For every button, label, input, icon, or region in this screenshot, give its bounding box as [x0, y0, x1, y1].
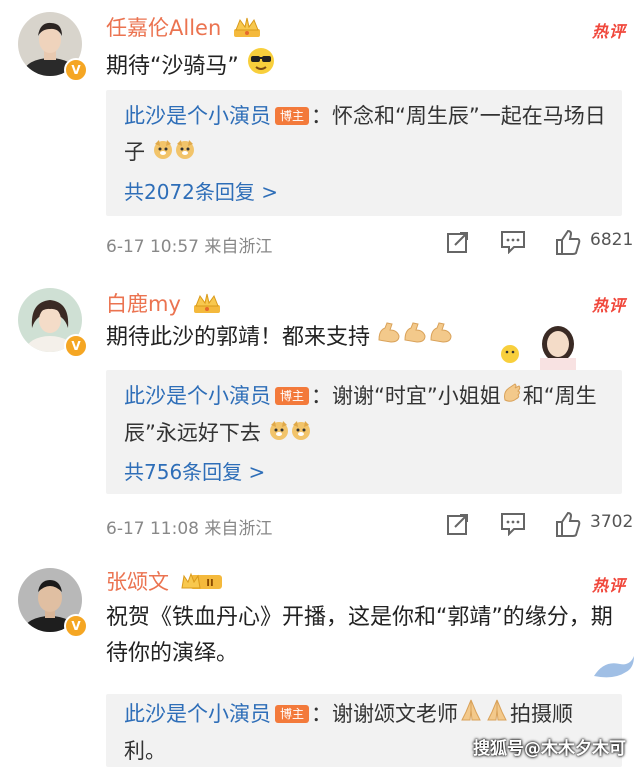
- share-icon[interactable]: [446, 512, 470, 540]
- comment-1: V 任嘉伦Allen 热评 期待“沙骑马” 此沙是个小演员 博主 ：怀念和“周生辰”…: [0, 0, 640, 270]
- reply-box[interactable]: 此沙是个小演员 博主 ：怀念和“周生辰”一起在马场日子 共2072条回复 >: [106, 90, 622, 216]
- comment-location: 来自浙江: [204, 237, 273, 257]
- vip-level-icon: II: [180, 570, 224, 597]
- share-icon[interactable]: [446, 230, 470, 258]
- comment-text: 祝贺《铁血丹心》开播，这是你和“郭靖”的缘分，期待你的演绎。: [106, 600, 616, 672]
- reply-body: ：谢谢“时宜”小姐姐: [311, 384, 501, 408]
- pray-emoji-icon: [458, 697, 484, 733]
- hot-comment-label: 热评: [591, 22, 626, 41]
- username[interactable]: 张颂文 II: [106, 566, 224, 597]
- blogger-badge: 博主: [275, 705, 310, 723]
- reply-body: ：谢谢颂文老师: [311, 702, 459, 726]
- verified-badge-icon: V: [64, 58, 88, 82]
- username[interactable]: 任嘉伦Allen: [106, 12, 262, 43]
- comment-icon[interactable]: [500, 512, 526, 540]
- comment-2: V 白鹿my 热评 期待此沙的郭靖！都来支持 此沙是个小演员 博主 ：谢谢“时宜…: [0, 270, 640, 546]
- comment-meta: 6-17 10:57 来自浙江: [106, 232, 272, 257]
- pray-emoji-icon: [484, 697, 510, 733]
- whale-decoration-icon: [590, 650, 638, 688]
- comment-icon[interactable]: [500, 230, 526, 258]
- reply-box[interactable]: 此沙是个小演员 博主 ：谢谢“时宜”小姐姐 和“周生辰”永远好下去 共756条回复 >: [106, 370, 622, 494]
- comment-text: 期待“沙骑马”: [106, 46, 616, 88]
- doge-emoji-icon: [268, 416, 290, 452]
- comment-meta: 6-17 11:08 来自浙江: [106, 514, 272, 539]
- comment-time: 6-17 10:57: [106, 237, 199, 257]
- comment-text-body: 祝贺《铁血丹心》开播，这是你和“郭靖”的缘分，期待你的演绎。: [106, 605, 613, 666]
- comment-time: 6-17 11:08: [106, 519, 199, 539]
- reply-count-link[interactable]: 共2072条回复 >: [124, 176, 278, 205]
- watermark: 搜狐号@木木夕木可: [473, 739, 626, 759]
- reply-author-link[interactable]: 此沙是个小演员: [124, 104, 271, 128]
- reply-author-link[interactable]: 此沙是个小演员: [124, 384, 271, 408]
- hot-comment-label: 热评: [591, 576, 626, 595]
- verified-badge-icon: V: [64, 334, 88, 358]
- sticker-image: [480, 314, 590, 374]
- blogger-badge: 博主: [275, 387, 310, 405]
- muscle-emoji-icon: [377, 320, 457, 356]
- comment-location: 来自浙江: [204, 519, 273, 539]
- svg-text:II: II: [206, 578, 213, 589]
- username-text: 白鹿my: [106, 292, 181, 316]
- username-text: 任嘉伦Allen: [106, 16, 222, 40]
- blogger-badge: 博主: [275, 107, 310, 125]
- doge-emoji-icon: [290, 416, 312, 452]
- reply-text: 此沙是个小演员 博主 ：怀念和“周生辰”一起在马场日子: [124, 98, 608, 171]
- verified-badge-icon: V: [64, 614, 88, 638]
- crown-icon: [192, 292, 222, 319]
- cool-emoji-icon: [246, 46, 276, 88]
- like-icon[interactable]: [554, 510, 582, 542]
- doge-emoji-icon: [152, 135, 174, 171]
- username-text: 张颂文: [106, 570, 169, 594]
- username[interactable]: 白鹿my: [106, 288, 222, 319]
- clap-emoji-icon: [501, 379, 523, 415]
- reply-count-link[interactable]: 共756条回复 >: [124, 456, 265, 485]
- reply-author-link[interactable]: 此沙是个小演员: [124, 702, 271, 726]
- reply-text: 此沙是个小演员 博主 ：谢谢“时宜”小姐姐 和“周生辰”永远好下去: [124, 378, 608, 452]
- like-icon[interactable]: [554, 228, 582, 260]
- like-count: 3702: [590, 512, 634, 532]
- comment-text-body: 期待此沙的郭靖！都来支持: [106, 325, 371, 350]
- like-count: 6821: [590, 230, 634, 250]
- hot-comment-label: 热评: [591, 296, 626, 315]
- comment-text-body: 期待“沙骑马”: [106, 54, 239, 79]
- doge-emoji-icon: [174, 135, 196, 171]
- crown-icon: [232, 16, 262, 43]
